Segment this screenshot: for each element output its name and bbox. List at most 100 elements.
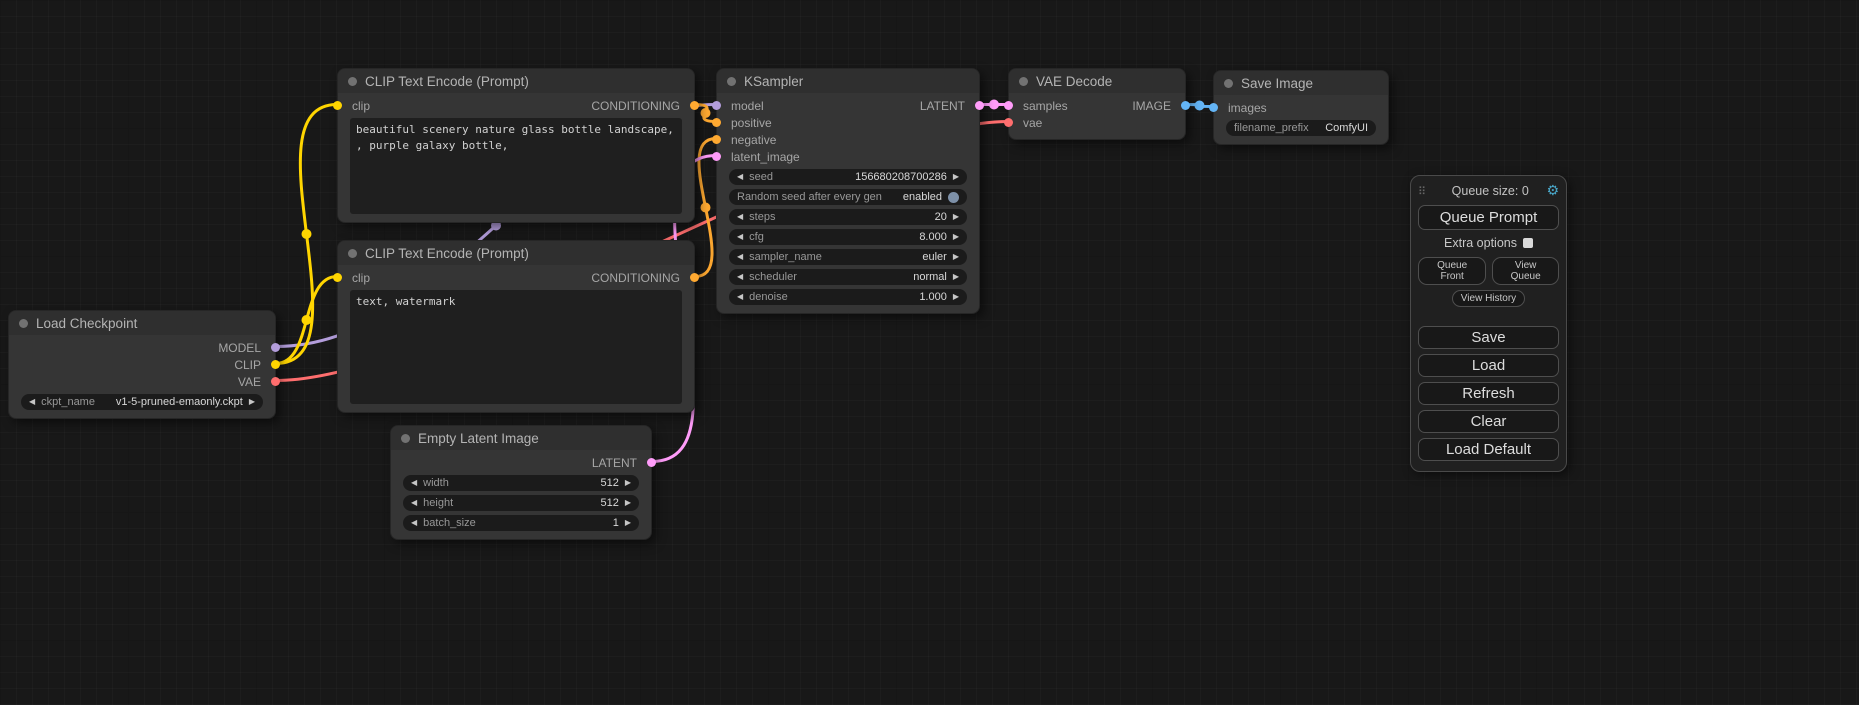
clear-button[interactable]: Clear <box>1418 410 1559 433</box>
node-header[interactable]: KSampler <box>717 69 979 93</box>
input-dot-clip[interactable] <box>333 273 342 282</box>
queue-menu-panel: ⠿ Queue size: 0 ⚙ Queue Prompt Extra opt… <box>1410 175 1567 472</box>
widget-value: 512 <box>459 497 619 509</box>
increment-arrow-icon[interactable]: ▶ <box>953 293 959 301</box>
increment-arrow-icon[interactable]: ▶ <box>953 233 959 241</box>
input-dot-latent-image[interactable] <box>712 152 721 161</box>
widget-steps[interactable]: ◀ steps 20 ▶ <box>729 209 967 225</box>
widget-seed[interactable]: ◀ seed 156680208700286 ▶ <box>729 169 967 185</box>
increment-arrow-icon[interactable]: ▶ <box>249 398 255 406</box>
node-ksampler[interactable]: KSampler model LATENT positive negative … <box>716 68 980 314</box>
decrement-arrow-icon[interactable]: ◀ <box>737 273 743 281</box>
extra-options-row: Extra options <box>1418 236 1559 250</box>
collapse-dot-icon[interactable] <box>348 77 357 86</box>
widget-denoise[interactable]: ◀ denoise 1.000 ▶ <box>729 289 967 305</box>
increment-arrow-icon[interactable]: ▶ <box>953 273 959 281</box>
decrement-arrow-icon[interactable]: ◀ <box>29 398 35 406</box>
input-dot-vae[interactable] <box>1004 118 1013 127</box>
settings-gear-icon[interactable]: ⚙ <box>1546 183 1559 199</box>
collapse-dot-icon[interactable] <box>401 434 410 443</box>
decrement-arrow-icon[interactable]: ◀ <box>411 479 417 487</box>
node-title: VAE Decode <box>1036 74 1112 89</box>
widget-random-seed-toggle[interactable]: Random seed after every gen enabled <box>729 189 967 205</box>
collapse-dot-icon[interactable] <box>727 77 736 86</box>
node-clip-text-encode-negative[interactable]: CLIP Text Encode (Prompt) clip CONDITION… <box>337 240 695 413</box>
output-dot-clip[interactable] <box>271 360 280 369</box>
queue-prompt-button[interactable]: Queue Prompt <box>1418 205 1559 230</box>
refresh-button[interactable]: Refresh <box>1418 382 1559 405</box>
input-dot-negative[interactable] <box>712 135 721 144</box>
widget-height[interactable]: ◀ height 512 ▶ <box>403 495 639 511</box>
drag-handle-icon[interactable]: ⠿ <box>1418 185 1434 198</box>
decrement-arrow-icon[interactable]: ◀ <box>411 519 417 527</box>
save-button[interactable]: Save <box>1418 326 1559 349</box>
node-load-checkpoint[interactable]: Load Checkpoint MODEL CLIP VAE ◀ ckpt_na… <box>8 310 276 419</box>
increment-arrow-icon[interactable]: ▶ <box>625 479 631 487</box>
input-dot-images[interactable] <box>1209 103 1218 112</box>
positive-prompt-textarea[interactable]: beautiful scenery nature glass bottle la… <box>350 118 682 214</box>
output-dot-model[interactable] <box>271 343 280 352</box>
input-dot-positive[interactable] <box>712 118 721 127</box>
increment-arrow-icon[interactable]: ▶ <box>625 499 631 507</box>
node-header[interactable]: CLIP Text Encode (Prompt) <box>338 241 694 265</box>
node-header[interactable]: VAE Decode <box>1009 69 1185 93</box>
collapse-dot-icon[interactable] <box>19 319 28 328</box>
view-queue-button[interactable]: View Queue <box>1492 257 1559 285</box>
output-dot-vae[interactable] <box>271 377 280 386</box>
extra-options-checkbox[interactable] <box>1523 238 1533 248</box>
node-clip-text-encode-positive[interactable]: CLIP Text Encode (Prompt) clip CONDITION… <box>337 68 695 223</box>
widget-value: 1 <box>482 517 619 529</box>
decrement-arrow-icon[interactable]: ◀ <box>737 253 743 261</box>
widget-value: ComfyUI <box>1315 122 1368 134</box>
widget-sampler-name[interactable]: ◀ sampler_name euler ▶ <box>729 249 967 265</box>
output-label-model: MODEL <box>218 341 261 355</box>
widget-value: euler <box>828 251 947 263</box>
input-dot-clip[interactable] <box>333 101 342 110</box>
negative-prompt-textarea[interactable]: text, watermark <box>350 290 682 404</box>
output-label-vae: VAE <box>238 375 261 389</box>
widget-filename-prefix[interactable]: filename_prefix ComfyUI <box>1226 120 1376 136</box>
node-header[interactable]: Load Checkpoint <box>9 311 275 335</box>
widget-width[interactable]: ◀ width 512 ▶ <box>403 475 639 491</box>
queue-front-button[interactable]: Queue Front <box>1418 257 1486 285</box>
collapse-dot-icon[interactable] <box>348 249 357 258</box>
node-header[interactable]: Save Image <box>1214 71 1388 95</box>
input-dot-samples[interactable] <box>1004 101 1013 110</box>
node-vae-decode[interactable]: VAE Decode samples IMAGE vae <box>1008 68 1186 140</box>
node-save-image[interactable]: Save Image images filename_prefix ComfyU… <box>1213 70 1389 145</box>
increment-arrow-icon[interactable]: ▶ <box>953 173 959 181</box>
node-graph-canvas[interactable]: Load Checkpoint MODEL CLIP VAE ◀ ckpt_na… <box>0 0 1859 705</box>
decrement-arrow-icon[interactable]: ◀ <box>411 499 417 507</box>
increment-arrow-icon[interactable]: ▶ <box>625 519 631 527</box>
input-label-images: images <box>1228 101 1267 115</box>
collapse-dot-icon[interactable] <box>1019 77 1028 86</box>
toggle-knob-icon[interactable] <box>948 192 959 203</box>
output-dot-latent[interactable] <box>647 458 656 467</box>
output-dot-latent[interactable] <box>975 101 984 110</box>
decrement-arrow-icon[interactable]: ◀ <box>737 213 743 221</box>
decrement-arrow-icon[interactable]: ◀ <box>737 173 743 181</box>
output-dot-image[interactable] <box>1181 101 1190 110</box>
increment-arrow-icon[interactable]: ▶ <box>953 213 959 221</box>
widget-value: 156680208700286 <box>779 171 947 183</box>
load-button[interactable]: Load <box>1418 354 1559 377</box>
widget-cfg[interactable]: ◀ cfg 8.000 ▶ <box>729 229 967 245</box>
slot-row-clip-conditioning: clip CONDITIONING <box>338 269 694 286</box>
node-empty-latent-image[interactable]: Empty Latent Image LATENT ◀ width 512 ▶ … <box>390 425 652 540</box>
collapse-dot-icon[interactable] <box>1224 79 1233 88</box>
output-dot-conditioning[interactable] <box>690 101 699 110</box>
decrement-arrow-icon[interactable]: ◀ <box>737 233 743 241</box>
load-default-button[interactable]: Load Default <box>1418 438 1559 461</box>
slot-row-clip-conditioning: clip CONDITIONING <box>338 97 694 114</box>
decrement-arrow-icon[interactable]: ◀ <box>737 293 743 301</box>
view-history-button[interactable]: View History <box>1452 290 1525 307</box>
input-dot-model[interactable] <box>712 101 721 110</box>
node-header[interactable]: CLIP Text Encode (Prompt) <box>338 69 694 93</box>
widget-scheduler[interactable]: ◀ scheduler normal ▶ <box>729 269 967 285</box>
widget-ckpt-name[interactable]: ◀ ckpt_name v1-5-pruned-emaonly.ckpt ▶ <box>21 394 263 410</box>
widget-batch-size[interactable]: ◀ batch_size 1 ▶ <box>403 515 639 531</box>
node-header[interactable]: Empty Latent Image <box>391 426 651 450</box>
history-row: View History <box>1418 290 1559 307</box>
output-dot-conditioning[interactable] <box>690 273 699 282</box>
increment-arrow-icon[interactable]: ▶ <box>953 253 959 261</box>
